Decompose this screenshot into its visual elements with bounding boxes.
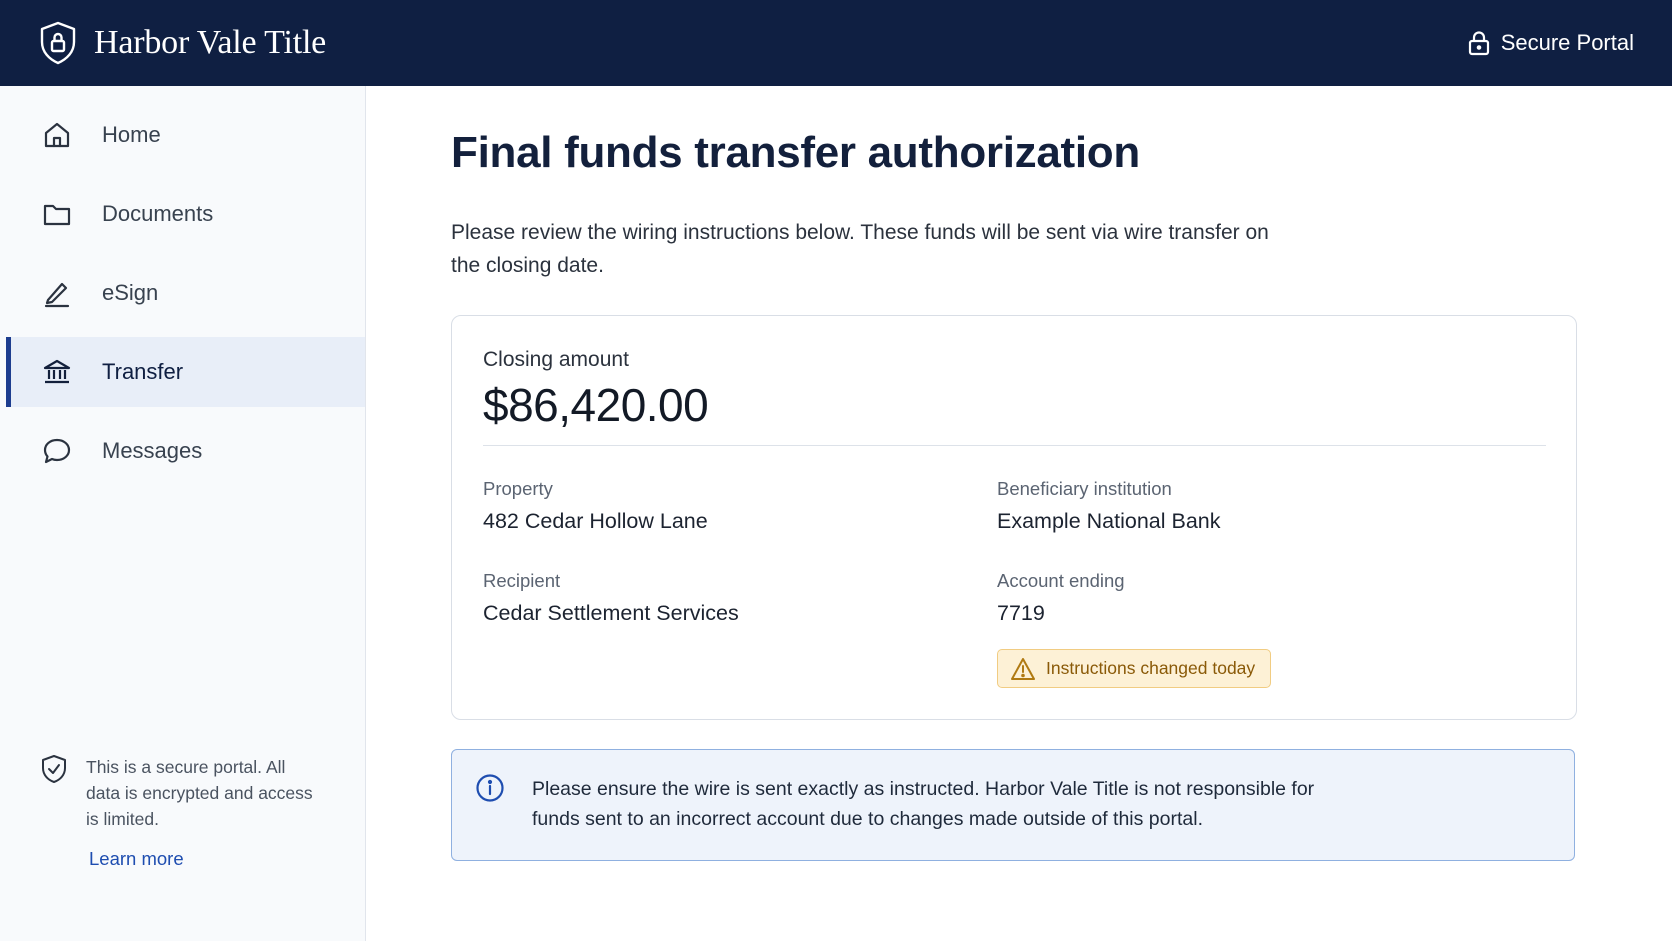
secure-portal-label: Secure Portal — [1467, 30, 1634, 56]
disclaimer-notice: Please ensure the wire is sent exactly a… — [451, 749, 1575, 861]
beneficiary-label: Beneficiary institution — [997, 478, 1172, 499]
account-label: Account ending — [997, 570, 1125, 591]
intro-text: Please review the wiring instructions be… — [451, 221, 1269, 277]
recipient-value: Cedar Settlement Services — [483, 601, 739, 625]
sidebar-item-label: Messages — [102, 438, 203, 463]
sidebar-item-label: Home — [102, 122, 161, 147]
shield-check-icon — [40, 754, 68, 784]
closing-amount-label: Closing amount — [483, 348, 629, 371]
learn-more-link[interactable]: Learn more — [89, 848, 340, 870]
transfer-details-card: Closing amount $86,420.00 Property 482 C… — [451, 315, 1577, 720]
page-title: Final funds transfer authorization — [451, 128, 1140, 177]
sidebar-item-documents[interactable]: Documents — [0, 179, 365, 249]
sidebar-item-esign[interactable]: eSign — [0, 258, 365, 328]
sidebar-item-transfer[interactable]: Transfer — [6, 337, 365, 407]
property-value: 482 Cedar Hollow Lane — [483, 509, 708, 533]
sidebar-item-label: Transfer — [102, 359, 184, 384]
sidebar-item-home[interactable]: Home — [0, 100, 365, 170]
security-note: This is a secure portal. All data is enc… — [40, 754, 340, 870]
recipient-field: Recipient Cedar Settlement Services — [483, 570, 739, 626]
pen-icon — [42, 278, 72, 308]
home-icon — [42, 120, 72, 150]
lock-icon — [1467, 30, 1491, 56]
sidebar-item-messages[interactable]: Messages — [0, 416, 365, 486]
security-note-text: This is a secure portal. All data is enc… — [86, 757, 313, 829]
closing-amount-value: $86,420.00 — [483, 379, 709, 431]
bank-icon — [42, 357, 72, 387]
sidebar-item-label: eSign — [102, 280, 159, 305]
brand[interactable]: Harbor Vale Title — [38, 20, 326, 66]
recipient-label: Recipient — [483, 570, 561, 591]
instructions-changed-badge: Instructions changed today — [997, 649, 1271, 688]
property-label: Property — [483, 478, 553, 499]
property-field: Property 482 Cedar Hollow Lane — [483, 478, 708, 534]
sidebar-nav: Home Documents eSign Transfer Messages — [0, 86, 365, 486]
sidebar-item-label: Documents — [102, 201, 214, 226]
badge-label: Instructions changed today — [1046, 658, 1256, 678]
account-value: 7719 — [997, 601, 1045, 625]
top-header: Harbor Vale Title Secure Portal — [0, 0, 1672, 86]
shield-lock-icon — [38, 20, 78, 66]
main-content: Final funds transfer authorization Pleas… — [366, 86, 1672, 941]
folder-icon — [42, 199, 72, 229]
beneficiary-field: Beneficiary institution Example National… — [997, 478, 1220, 534]
info-icon — [475, 773, 505, 803]
account-field: Account ending 7719 — [997, 570, 1125, 626]
sidebar: Home Documents eSign Transfer Messages T… — [0, 86, 366, 941]
chat-bubble-icon — [42, 436, 72, 466]
disclaimer-text: Please ensure the wire is sent exactly a… — [532, 778, 1315, 830]
brand-name: Harbor Vale Title — [94, 24, 327, 61]
card-divider — [483, 445, 1546, 446]
beneficiary-value: Example National Bank — [997, 509, 1221, 533]
secure-portal-text: Secure Portal — [1500, 30, 1634, 55]
warning-triangle-icon — [1010, 657, 1036, 681]
